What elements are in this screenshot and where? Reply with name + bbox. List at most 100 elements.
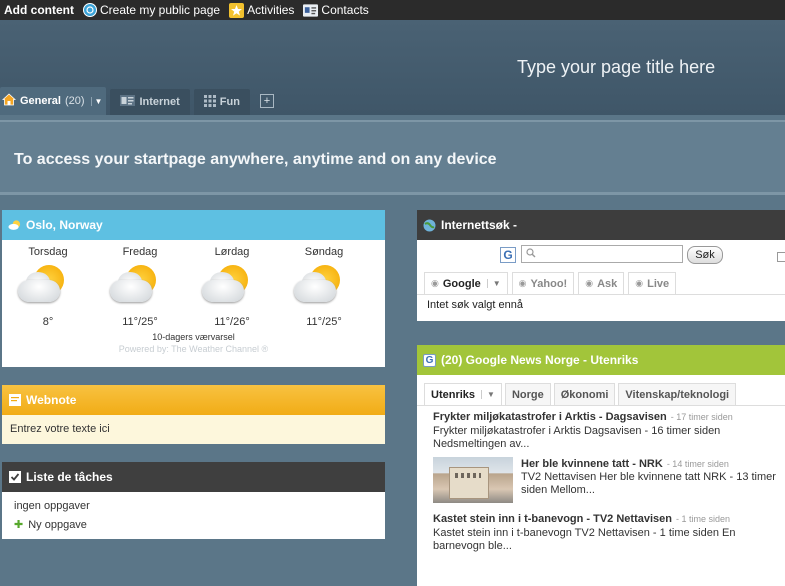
tab-fun-label: Fun	[219, 96, 240, 108]
news-time: - 17 timer siden	[670, 412, 733, 422]
search-engine-icon: ◉	[518, 278, 527, 288]
news-headline-link[interactable]: Frykter miljøkatastrofer i Arktis - Dags…	[433, 411, 667, 423]
news-item: Her ble kvinnene tatt - NRK - 14 timer si…	[417, 451, 785, 503]
tab-yahoo-label: Yahoo!	[530, 277, 568, 290]
news-title: (20) Google News Norge - Utenriks	[441, 353, 639, 367]
add-tab-button[interactable]: +	[259, 94, 274, 108]
contacts-label: Contacts	[321, 3, 369, 17]
search-header[interactable]: Internettsøk -	[417, 210, 785, 240]
search-engine-icon: ◉	[431, 278, 439, 288]
tab-live-label: Live	[647, 277, 670, 290]
create-public-page-link[interactable]: Create my public page	[82, 3, 220, 18]
tab-general-count: (20)	[64, 95, 85, 107]
checkbox-icon	[8, 471, 21, 484]
contacts-link[interactable]: Contacts	[303, 3, 369, 18]
sun-cloud-icon	[278, 260, 370, 310]
add-content-button[interactable]: Add content	[4, 3, 74, 17]
page-tabs: General (20) ▼ Internet Fun +	[0, 87, 274, 115]
day-name: Torsdag	[28, 246, 68, 258]
home-icon	[1, 93, 17, 109]
search-checkbox[interactable]	[777, 252, 785, 262]
page-title[interactable]: Type your page title here	[517, 57, 715, 78]
sun-cloud-icon	[2, 260, 94, 310]
news-tabs: Utenriks ▼ Norge Økonomi Vitenskap/tekno…	[417, 375, 785, 406]
news-snippet: barnevogn ble...	[433, 540, 512, 552]
tab-utenriks[interactable]: Utenriks ▼	[424, 383, 502, 405]
google-logo-icon: G	[500, 247, 516, 263]
day-temp: 11°/26°	[214, 316, 250, 328]
day-temp: 8°	[42, 316, 54, 328]
promo-banner: To access your startpage anywhere, anyti…	[0, 120, 785, 195]
news-widget: G (20) Google News Norge - Utenriks Uten…	[417, 345, 785, 586]
news-headline-link[interactable]: Kastet stein inn i t-banevogn - TV2 Nett…	[433, 513, 672, 525]
webnote-widget: Webnote Entrez votre texte ici	[2, 385, 385, 444]
tab-general[interactable]: General (20) ▼	[0, 87, 107, 115]
tab-norge[interactable]: Norge	[504, 383, 551, 405]
webnote-textarea[interactable]: Entrez votre texte ici	[2, 415, 385, 443]
tab-general-label: General	[20, 95, 61, 107]
day-name: Søndag	[304, 246, 344, 258]
search-engine-tabs: ◉ Google ▼ ◉ Yahoo! ◉ Ask ◉ Live	[417, 272, 785, 294]
powered-by-link[interactable]: Powered by: The Weather Channel ®	[2, 344, 385, 354]
search-widget: Internettsøk - G Søk ◉ Google ▼ ◉ Yahoo!…	[417, 210, 785, 321]
forecast-day: Søndag 11°/25°	[278, 246, 370, 328]
tab-okonomi[interactable]: Økonomi	[553, 383, 616, 405]
search-bar: G Søk	[417, 240, 785, 272]
add-task-button[interactable]: ✚ Ny oppgave	[2, 516, 385, 533]
search-input[interactable]	[521, 245, 683, 263]
weather-widget-header[interactable]: Oslo, Norway	[2, 210, 385, 240]
day-name: Fredag	[122, 246, 158, 258]
top-toolbar: Add content Create my public page Activi…	[0, 0, 785, 20]
activities-link[interactable]: Activities	[229, 2, 294, 18]
tab-yahoo[interactable]: ◉ Yahoo!	[511, 272, 575, 294]
news-time: - 14 timer siden	[666, 459, 729, 469]
contact-card-icon	[303, 3, 319, 18]
search-icon	[526, 247, 536, 261]
day-name: Lørdag	[214, 246, 250, 258]
webnote-header[interactable]: Webnote	[2, 385, 385, 415]
add-content-label: Add content	[4, 3, 74, 17]
chevron-down-icon[interactable]: ▼	[486, 279, 501, 288]
forecast-day: Fredag 11°/25°	[94, 246, 186, 328]
tab-google[interactable]: ◉ Google ▼	[424, 272, 508, 294]
sun-cloud-icon	[94, 260, 186, 310]
tasks-empty-text: ingen oppgaver	[14, 500, 90, 512]
news-snippet: siden Mellom...	[521, 484, 595, 496]
tab-vitenskap[interactable]: Vitenskap/teknologi	[618, 383, 737, 405]
star-icon	[229, 2, 245, 18]
sun-cloud-icon	[8, 219, 21, 232]
tasks-widget: Liste de tâches ingen oppgaver ✚ Ny oppg…	[2, 462, 385, 539]
tab-ask[interactable]: ◉ Ask	[578, 272, 625, 294]
news-headline-link[interactable]: Her ble kvinnene tatt - NRK	[521, 458, 663, 470]
tab-ask-label: Ask	[597, 277, 618, 290]
plus-icon: ✚	[14, 519, 24, 531]
chevron-down-icon[interactable]: ▼	[481, 390, 495, 399]
news-header[interactable]: G (20) Google News Norge - Utenriks	[417, 345, 785, 375]
promo-text[interactable]: To access your startpage anywhere, anyti…	[14, 151, 497, 169]
tab-fun[interactable]: Fun	[193, 89, 250, 115]
news-snippet: Frykter miljøkatastrofer i Arktis Dagsav…	[433, 425, 721, 437]
search-engine-icon: ◉	[635, 278, 644, 288]
news-item: Frykter miljøkatastrofer i Arktis - Dags…	[417, 406, 785, 451]
tab-internet[interactable]: Internet	[110, 89, 190, 115]
weather-location: Oslo, Norway	[26, 218, 103, 232]
forecast-day: Torsdag 8°	[2, 246, 94, 328]
chevron-down-icon[interactable]: ▼	[90, 96, 102, 106]
news-item: Kastet stein inn i t-banevogn - TV2 Nett…	[417, 503, 785, 553]
news-thumbnail[interactable]	[433, 457, 513, 503]
globe-icon	[423, 219, 436, 232]
create-public-page-label: Create my public page	[100, 3, 221, 17]
search-engine-icon: ◉	[585, 278, 594, 288]
tab-internet-label: Internet	[139, 96, 180, 108]
news-snippet: Kastet stein inn i t-banevogn TV2 Nettav…	[433, 527, 736, 539]
news-snippet: TV2 Nettavisen Her ble kvinnene tatt NRK…	[521, 471, 776, 483]
search-result-text: Intet søk valgt ennå	[417, 294, 785, 315]
forecast-day: Lørdag 11°/26°	[186, 246, 278, 328]
note-icon	[8, 394, 21, 407]
forecast-link[interactable]: 10-dagers værvarsel	[2, 332, 385, 342]
search-button[interactable]: Søk	[687, 246, 723, 264]
tasks-header[interactable]: Liste de tâches	[2, 462, 385, 492]
tab-live[interactable]: ◉ Live	[628, 272, 677, 294]
news-time: - 1 time siden	[676, 514, 731, 524]
day-temp: 11°/25°	[122, 316, 158, 328]
